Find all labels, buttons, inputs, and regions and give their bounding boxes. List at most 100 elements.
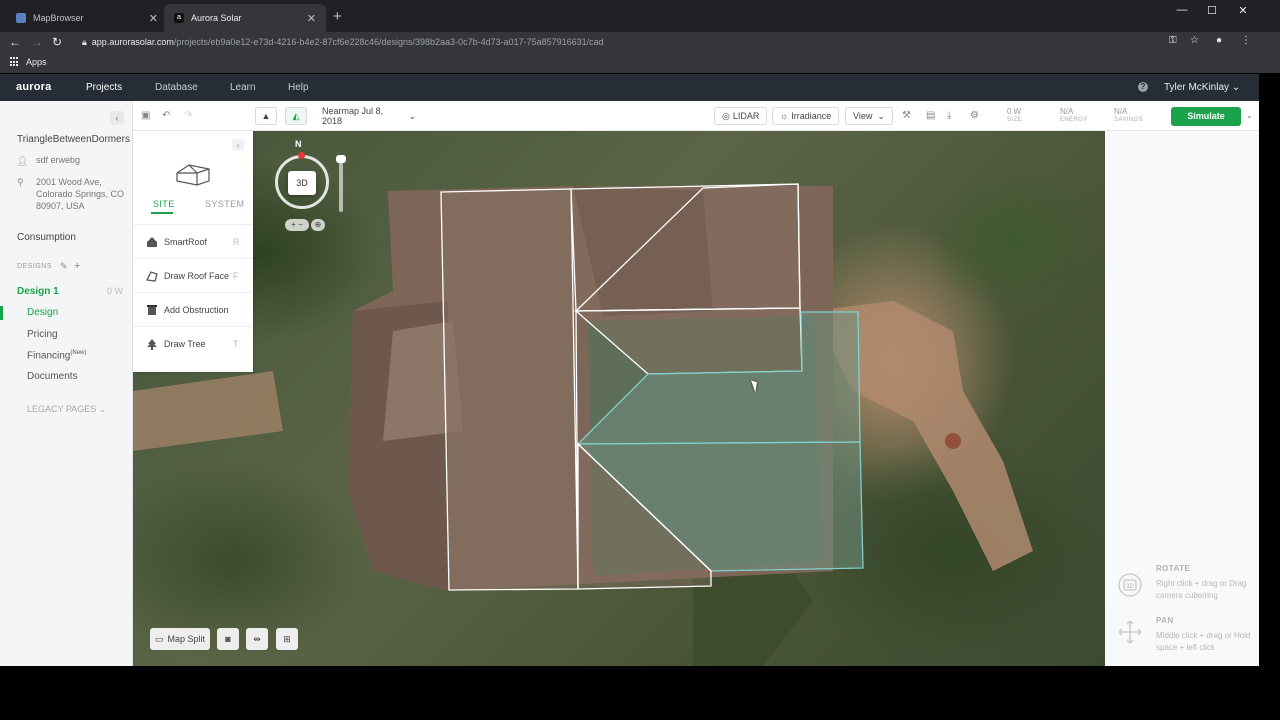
view-menu-button[interactable]: View ⌄ — [845, 107, 893, 125]
chevron-down-icon: ⌄ — [408, 110, 416, 121]
forward-icon[interactable]: → — [31, 35, 43, 49]
key-icon[interactable]: ⚿ — [1169, 35, 1177, 46]
rotate-title: ROTATE — [1156, 564, 1191, 573]
download-icon[interactable]: ⤓ — [947, 110, 951, 121]
tool-add-obstruction[interactable]: Add Obstruction — [133, 292, 253, 326]
minimize-icon[interactable]: — — [1167, 4, 1197, 16]
mapbrowser-favicon-icon — [16, 13, 26, 23]
shortcut-key: R — [233, 237, 240, 247]
nav-database[interactable]: Database — [155, 82, 198, 93]
camera-cube-3d[interactable]: 3D — [288, 171, 316, 195]
collapse-panel-icon[interactable]: ‹ — [232, 139, 244, 151]
tool-draw-roof-face[interactable]: Draw Roof Face F — [133, 258, 253, 292]
maximize-icon[interactable]: ☐ — [1197, 4, 1227, 17]
pan-arrows-icon — [1118, 620, 1142, 644]
consumption-link[interactable]: Consumption — [17, 232, 76, 243]
map-split-label: Map Split — [167, 634, 206, 644]
sidebar-item-design[interactable]: Design — [27, 307, 58, 318]
size-value: 0 W — [1007, 107, 1022, 116]
energy-label: ENERGY — [1060, 117, 1088, 123]
legacy-label: LEGACY PAGES — [27, 404, 97, 414]
star-icon[interactable]: ☆ — [1190, 35, 1199, 46]
redo-icon[interactable]: ↷ — [184, 110, 192, 121]
chevron-down-icon[interactable]: ⌄ — [1246, 111, 1253, 120]
tool-label: SmartRoof — [164, 237, 208, 247]
help-circle-icon[interactable]: ? — [1138, 82, 1148, 92]
terrain-view-icon[interactable]: ▲ — [255, 107, 277, 125]
imagery-select[interactable]: Nearmap Jul 8, 2018 ⌄ — [315, 106, 423, 126]
tool-draw-tree[interactable]: Draw Tree T — [133, 326, 253, 360]
screenshot-tool-icon[interactable]: ◙ — [217, 628, 239, 650]
irradiance-button[interactable]: ☼ Irradiance — [772, 107, 840, 125]
smartroof-icon — [147, 237, 157, 247]
lidar-label: LIDAR — [732, 111, 760, 121]
url-field[interactable]: 🔒︎ app.aurorasolar.com/projects/eb9a0e12-… — [72, 33, 1157, 51]
tool-label: Draw Roof Face — [164, 271, 230, 281]
sidebar-item-pricing[interactable]: Pricing — [27, 329, 58, 340]
tool-smartroof[interactable]: SmartRoof R — [133, 224, 253, 258]
imagery-view-icon[interactable]: ◭ — [285, 107, 307, 125]
savings-label: SAVINGS — [1114, 117, 1144, 123]
new-tab-icon[interactable]: + — [333, 8, 342, 25]
project-address: 2001 Wood Ave, Colorado Springs, CO 8090… — [36, 177, 125, 211]
aurora-logo[interactable]: aurora — [16, 81, 51, 93]
lock-icon: 🔒︎ — [82, 37, 87, 47]
apps-bookmark[interactable]: Apps — [26, 57, 47, 67]
design-1-link[interactable]: Design 1 — [17, 286, 59, 297]
chevron-down-icon: ⌄ — [98, 404, 107, 414]
roof-face-icon — [146, 271, 158, 282]
close-icon[interactable]: ✕ — [149, 12, 158, 25]
add-design-icon[interactable]: + — [74, 260, 80, 272]
settings-gear-icon[interactable]: ⚙ — [970, 110, 979, 121]
tab-system[interactable]: SYSTEM — [205, 199, 244, 209]
sidebar-item-documents[interactable]: Documents — [27, 371, 78, 382]
legacy-pages-toggle[interactable]: LEGACY PAGES ⌄ — [27, 404, 106, 415]
url-host: app.aurorasolar.com — [91, 37, 174, 47]
tab-aurora-solar[interactable]: a Aurora Solar ✕ — [164, 4, 326, 32]
sun-icon: ☼ — [780, 111, 789, 121]
apps-grid-icon[interactable] — [10, 57, 20, 67]
document-icon[interactable]: ▤ — [926, 110, 935, 121]
menu-icon[interactable]: ⋮ — [1241, 35, 1251, 46]
profile-icon[interactable]: ● — [1216, 35, 1222, 46]
ruler-tool-icon[interactable]: ⊞ — [276, 628, 298, 650]
size-label: SIZE — [1007, 117, 1022, 123]
collapse-sidebar-icon[interactable]: ‹ — [110, 111, 124, 125]
simulate-button[interactable]: Simulate — [1171, 107, 1241, 126]
reload-icon[interactable]: ↻ — [52, 35, 62, 49]
recenter-icon[interactable]: ⊕ — [311, 219, 325, 231]
map-split-button[interactable]: ▭ Map Split — [150, 628, 210, 650]
wrench-icon[interactable]: ⚒ — [902, 110, 911, 121]
lidar-icon: ◎ — [722, 110, 730, 121]
url-path: /projects/eb9a0e12-e73d-4216-b4e2-87cf6e… — [173, 37, 604, 47]
irradiance-label: Irradiance — [791, 111, 832, 121]
close-icon[interactable]: ✕ — [307, 12, 316, 25]
shortcut-key: T — [233, 339, 239, 349]
zoom-slider[interactable] — [339, 156, 343, 212]
nav-learn[interactable]: Learn — [230, 82, 256, 93]
close-window-icon[interactable]: ✕ — [1228, 4, 1258, 17]
save-icon[interactable]: ▣ — [141, 110, 150, 121]
lidar-button[interactable]: ◎ LIDAR — [714, 107, 768, 125]
map-split-icon: ▭ — [154, 633, 164, 644]
nav-projects[interactable]: Projects — [86, 82, 122, 93]
rotate-help-text: Right click + drag or Drag camera cube/r… — [1156, 579, 1247, 600]
map-canvas[interactable]: N 3D + − ⊕ ▭ Map Split ◙ ⇹ ⊞ — [133, 131, 1105, 666]
tab-label: MapBrowser — [33, 13, 84, 23]
tab-label: Aurora Solar — [191, 13, 242, 23]
user-menu[interactable]: Tyler McKinlay ⌄ — [1164, 82, 1240, 93]
measure-tool-icon[interactable]: ⇹ — [246, 628, 268, 650]
financing-label: Financing — [27, 350, 71, 362]
sidebar-item-financing[interactable]: Financing(New) — [27, 350, 86, 361]
back-icon[interactable]: ← — [9, 35, 21, 49]
undo-icon[interactable]: ↶ — [162, 110, 170, 121]
zoom-in-out-icon[interactable]: + − — [285, 219, 309, 231]
tab-site[interactable]: SITE — [153, 199, 175, 209]
project-name[interactable]: TriangleBetweenDormers — [17, 134, 130, 145]
tab-mapbrowser[interactable]: MapBrowser ✕ — [6, 4, 168, 32]
zoom-slider-handle[interactable] — [336, 155, 346, 163]
nav-help[interactable]: Help — [288, 82, 309, 93]
active-indicator — [0, 306, 3, 320]
north-indicator-icon — [298, 152, 305, 159]
pencil-icon[interactable]: ✎ — [60, 261, 68, 272]
